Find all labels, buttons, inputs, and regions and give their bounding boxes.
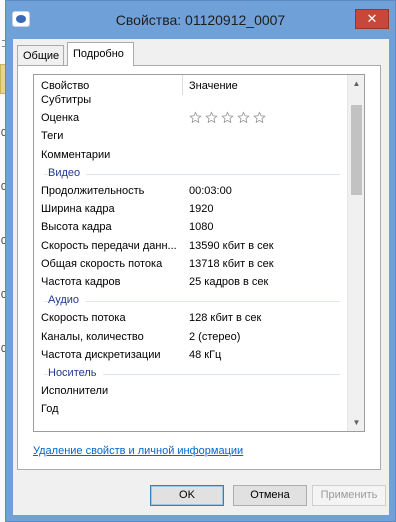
property-row[interactable]: Каналы, количество 2 (стерео) [34, 329, 346, 347]
property-value[interactable]: 1080 [189, 221, 213, 233]
property-name: Скорость передачи данн... [41, 239, 177, 252]
scroll-up-arrow[interactable]: ▲ [348, 75, 364, 92]
group-header: Аудио [34, 292, 346, 310]
star-icon[interactable] [253, 111, 266, 127]
star-icon[interactable] [221, 111, 234, 127]
group-divider [44, 173, 340, 175]
property-name: Высота кадра [41, 221, 112, 234]
property-name: Частота кадров [41, 276, 121, 288]
property-value[interactable]: 00:03:00 [189, 185, 232, 197]
apply-button[interactable]: Применить [312, 485, 386, 506]
cancel-button[interactable]: Отмена [233, 485, 307, 506]
properties-dialog: Свойства: 01120912_0007 ✕ Общие Подробно… [5, 0, 396, 522]
scroll-down-arrow[interactable]: ▼ [348, 414, 364, 431]
property-row[interactable]: Ширина кадра 1920 [34, 201, 346, 219]
close-button[interactable]: ✕ [355, 9, 389, 29]
property-value[interactable]: 13718 кбит в сек [189, 258, 274, 270]
list-rows: Субтитры Оценка Теги Комментарии Видео Продол… [34, 95, 346, 431]
property-value[interactable]: 13590 кбит в сек [189, 240, 274, 252]
property-row[interactable]: Скорость потока 128 кбит в сек [34, 310, 346, 328]
group-label: Носитель [48, 367, 103, 379]
star-icon[interactable] [205, 111, 218, 127]
property-name: Комментарии [41, 148, 111, 161]
star-icon[interactable] [189, 111, 202, 127]
tab-details[interactable]: Подробно [67, 42, 134, 66]
property-name: Скорость потока [41, 312, 126, 325]
property-value[interactable]: 1920 [189, 203, 213, 215]
column-divider[interactable] [182, 75, 183, 95]
column-header-property[interactable]: Свойство [41, 80, 89, 92]
property-name: Теги [41, 130, 64, 143]
vertical-scrollbar[interactable]: ▲ ▼ [347, 75, 364, 431]
column-header-value[interactable]: Значение [189, 80, 238, 92]
window-title: Свойства: 01120912_0007 [115, 12, 286, 28]
property-name: Общая скорость потока [41, 257, 163, 270]
remove-properties-link[interactable]: Удаление свойств и личной информации [33, 445, 243, 457]
property-row[interactable]: Скорость передачи данн... 13590 кбит в се… [34, 238, 346, 256]
property-row[interactable]: Оценка [34, 110, 346, 128]
property-row[interactable]: Общая скорость потока 13718 кбит в сек [34, 256, 346, 274]
property-row[interactable]: Год [34, 401, 346, 419]
property-value[interactable]: 48 кГц [189, 349, 221, 361]
group-header: Видео [34, 165, 346, 183]
rating-stars[interactable] [189, 111, 266, 127]
scroll-thumb[interactable] [351, 105, 362, 195]
properties-list[interactable]: Свойство Значение Субтитры Оценка Теги Комм… [33, 74, 365, 432]
group-label: Аудио [48, 294, 86, 307]
property-name: Год [41, 403, 59, 416]
group-header: Носитель [34, 365, 346, 383]
property-name: Ширина кадра [41, 203, 115, 216]
property-row[interactable]: Субтитры [34, 95, 346, 110]
property-name: Частота дискретизации [41, 348, 161, 361]
star-icon[interactable] [237, 111, 250, 127]
property-row[interactable]: Комментарии [34, 147, 346, 165]
title-bar[interactable]: Свойства: 01120912_0007 ✕ [6, 1, 395, 37]
property-name: Каналы, количество [41, 330, 144, 343]
property-value[interactable]: 128 кбит в сек [189, 312, 261, 324]
list-header: Свойство Значение [34, 75, 346, 95]
property-row[interactable]: Высота кадра 1080 [34, 219, 346, 237]
property-value[interactable]: 2 (стерео) [189, 331, 240, 343]
dialog-client-area: Общие Подробно Свойство Значение Субтитр… [13, 39, 389, 515]
property-name: Исполнители [41, 385, 109, 398]
property-row[interactable]: Частота кадров 25 кадров в сек [34, 274, 346, 292]
property-name: Продолжительность [41, 185, 145, 197]
group-label: Видео [48, 166, 87, 179]
property-name: Оценка [41, 112, 80, 125]
ok-button[interactable]: OK [150, 485, 224, 506]
property-row[interactable]: Теги [34, 128, 346, 146]
property-name: Субтитры [41, 95, 92, 106]
group-divider [44, 301, 340, 303]
property-row[interactable]: Исполнители [34, 383, 346, 401]
tab-general[interactable]: Общие [17, 45, 64, 66]
property-value[interactable]: 25 кадров в сек [189, 276, 268, 288]
property-row[interactable]: Продолжительность 00:03:00 [34, 183, 346, 201]
property-row[interactable]: Частота дискретизации 48 кГц [34, 347, 346, 365]
